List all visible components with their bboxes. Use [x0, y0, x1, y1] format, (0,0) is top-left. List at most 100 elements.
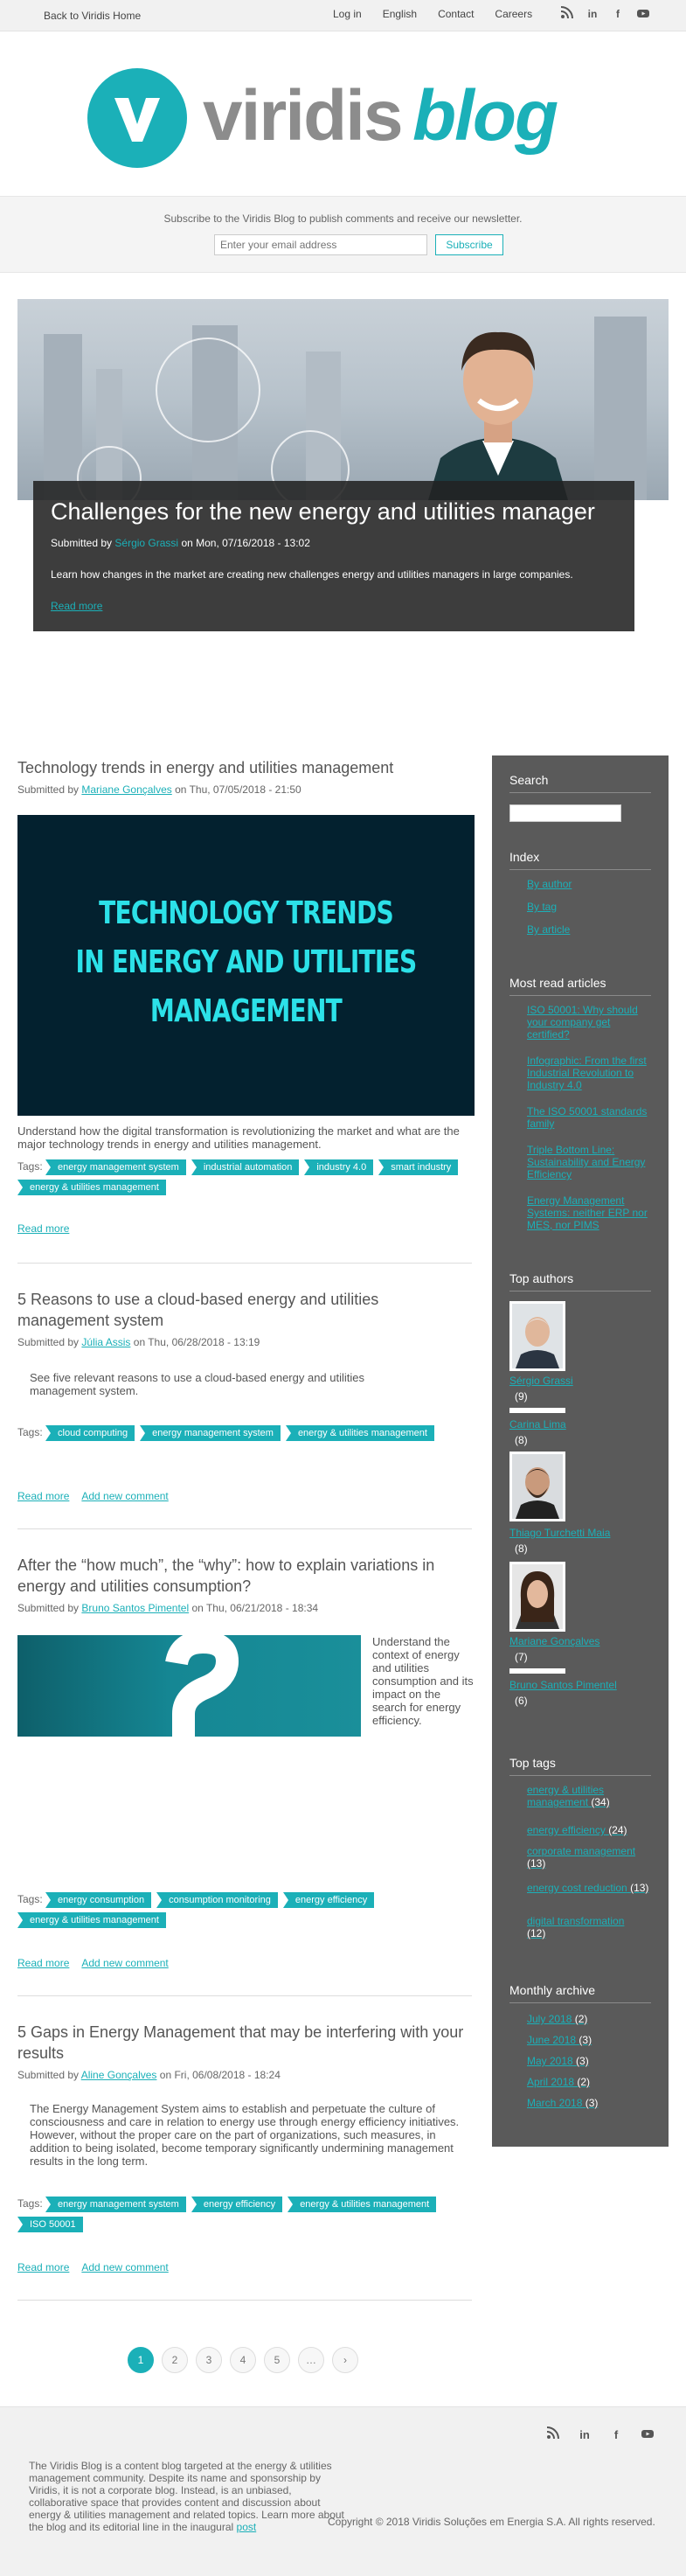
author-name-link[interactable]: Sérgio Grassi	[509, 1375, 573, 1387]
tag[interactable]: energy management system	[45, 2197, 186, 2212]
archive-link[interactable]: July 2018	[527, 2013, 572, 2025]
most-read-link[interactable]: Energy Management Systems: neither ERP n…	[527, 1194, 655, 1231]
tag[interactable]: energy management system	[45, 1159, 186, 1175]
author-avatar[interactable]	[509, 1452, 565, 1521]
author-name-link[interactable]: Thiago Turchetti Maia	[509, 1527, 610, 1539]
subscribe-button[interactable]: Subscribe	[435, 234, 503, 255]
rss-icon[interactable]	[544, 2426, 562, 2444]
hero-read-more-link[interactable]: Read more	[51, 600, 102, 612]
author-count: (9)	[515, 1390, 528, 1403]
linkedin-icon[interactable]: in	[585, 6, 600, 22]
author-name-link[interactable]: Mariane Gonçalves	[509, 1635, 599, 1647]
sidebar-search-input[interactable]	[509, 804, 621, 822]
page-button[interactable]: 3	[196, 2347, 222, 2373]
archive-link[interactable]: May 2018	[527, 2055, 573, 2067]
tag[interactable]: energy consumption	[45, 1892, 152, 1908]
add-comment-link[interactable]: Add new comment	[81, 1490, 168, 1502]
page-button[interactable]: 2	[162, 2347, 188, 2373]
archive-count: (3)	[576, 2055, 589, 2067]
top-tag-link[interactable]: energy efficiency	[527, 1824, 606, 1836]
author-avatar[interactable]	[509, 1562, 565, 1632]
archive-link[interactable]: March 2018	[527, 2097, 582, 2109]
post-image-technology-trends[interactable]: TECHNOLOGY TRENDS IN ENERGY AND UTILITIE…	[17, 815, 475, 1116]
tag[interactable]: energy efficiency	[191, 2197, 283, 2212]
linkedin-icon[interactable]: in	[576, 2426, 593, 2444]
most-read-link[interactable]: ISO 50001: Why should your company get c…	[527, 1004, 655, 1041]
index-by-tag-link[interactable]: By tag	[527, 901, 557, 913]
careers-link[interactable]: Careers	[495, 8, 532, 20]
pagination: 1 2 3 4 5 … ›	[128, 2347, 358, 2373]
rss-icon[interactable]	[559, 6, 575, 22]
tag[interactable]: industry 4.0	[304, 1159, 374, 1175]
next-page-button[interactable]: ›	[332, 2347, 358, 2373]
read-more-link[interactable]: Read more	[17, 1957, 69, 1969]
author-name-link[interactable]: Bruno Santos Pimentel	[509, 1679, 617, 1691]
tag[interactable]: ISO 50001	[17, 2217, 83, 2232]
youtube-icon[interactable]	[639, 2426, 656, 2444]
most-read-link[interactable]: The ISO 50001 standards family	[527, 1105, 655, 1130]
tag[interactable]: energy efficiency	[282, 1892, 375, 1908]
post-title[interactable]: 5 Gaps in Energy Management that may be …	[17, 2022, 472, 2064]
viridis-blog-logo[interactable]: viridis blog	[87, 65, 612, 170]
add-comment-link[interactable]: Add new comment	[81, 2261, 168, 2273]
post-title[interactable]: 5 Reasons to use a cloud-based energy an…	[17, 1289, 472, 1331]
post-meta: Submitted by Júlia Assis on Thu, 06/28/2…	[17, 1336, 260, 1348]
top-tag-item: energy efficiency (24)	[527, 1824, 655, 1836]
top-tag-link[interactable]: corporate management	[527, 1845, 635, 1857]
contact-link[interactable]: Contact	[438, 8, 474, 20]
tag[interactable]: consumption monitoring	[156, 1892, 278, 1908]
archive-item: July 2018 (2)	[527, 2013, 587, 2025]
post-title[interactable]: After the “how much”, the “why”: how to …	[17, 1555, 472, 1597]
login-link[interactable]: Log in	[333, 8, 362, 20]
hero-author-link[interactable]: Sérgio Grassi	[114, 537, 178, 549]
read-more-link[interactable]: Read more	[17, 1490, 69, 1502]
social-links: in f	[559, 6, 651, 22]
tag[interactable]: cloud computing	[45, 1425, 135, 1441]
tag[interactable]: smart industry	[378, 1159, 459, 1175]
logo-blog-text: blog	[412, 76, 558, 156]
subscribe-bar: Subscribe to the Viridis Blog to publish…	[0, 196, 686, 273]
post-author-link[interactable]: Bruno Santos Pimentel	[81, 1602, 189, 1614]
facebook-icon[interactable]: f	[607, 2426, 625, 2444]
tag[interactable]: industrial automation	[191, 1159, 300, 1175]
most-read-link[interactable]: Infographic: From the first Industrial R…	[527, 1055, 655, 1091]
inaugural-post-link[interactable]: post	[237, 2521, 257, 2533]
top-tag-link[interactable]: digital transformation	[527, 1915, 624, 1927]
archive-link[interactable]: June 2018	[527, 2034, 576, 2046]
page-button[interactable]: 1	[128, 2347, 154, 2373]
post-author-link[interactable]: Mariane Gonçalves	[81, 783, 171, 796]
email-input[interactable]	[214, 234, 427, 255]
page-button[interactable]: 5	[264, 2347, 290, 2373]
facebook-icon[interactable]: f	[610, 6, 626, 22]
page-button[interactable]: 4	[230, 2347, 256, 2373]
post-author-link[interactable]: Júlia Assis	[81, 1336, 130, 1348]
add-comment-link[interactable]: Add new comment	[81, 1957, 168, 1969]
read-more-link[interactable]: Read more	[17, 1222, 69, 1235]
image-text-line: TECHNOLOGY TRENDS	[99, 895, 394, 931]
index-by-article-link[interactable]: By article	[527, 923, 570, 936]
post-author-link[interactable]: Aline Gonçalves	[81, 2069, 157, 2081]
image-text-line: MANAGEMENT	[149, 993, 343, 1029]
back-home-link[interactable]: Back to Viridis Home	[44, 10, 141, 22]
hero-title[interactable]: Challenges for the new energy and utilit…	[51, 498, 595, 526]
index-by-author-link[interactable]: By author	[527, 878, 572, 890]
most-read-link[interactable]: Triple Bottom Line: Sustainability and E…	[527, 1144, 655, 1180]
hero-image[interactable]	[17, 299, 669, 500]
tag[interactable]: energy management system	[140, 1425, 281, 1441]
author-name-link[interactable]: Carina Lima	[509, 1418, 566, 1431]
post-image-question[interactable]	[17, 1635, 361, 1737]
author-avatar[interactable]	[509, 1301, 565, 1371]
tag[interactable]: energy & utilities management	[288, 2197, 437, 2212]
post-title[interactable]: Technology trends in energy and utilitie…	[17, 757, 472, 778]
tag[interactable]: energy & utilities management	[17, 1912, 166, 1928]
post-item: 5 Reasons to use a cloud-based energy an…	[17, 1289, 472, 1348]
archive-link[interactable]: April 2018	[527, 2076, 574, 2088]
read-more-link[interactable]: Read more	[17, 2261, 69, 2273]
language-link[interactable]: English	[383, 8, 417, 20]
top-tag-link[interactable]: energy cost reduction	[527, 1882, 627, 1894]
post-divider	[17, 1263, 472, 1264]
tag[interactable]: energy & utilities management	[285, 1425, 434, 1441]
tag[interactable]: energy & utilities management	[17, 1180, 166, 1195]
youtube-icon[interactable]	[635, 6, 651, 22]
top-tag-count: (13)	[630, 1882, 649, 1894]
